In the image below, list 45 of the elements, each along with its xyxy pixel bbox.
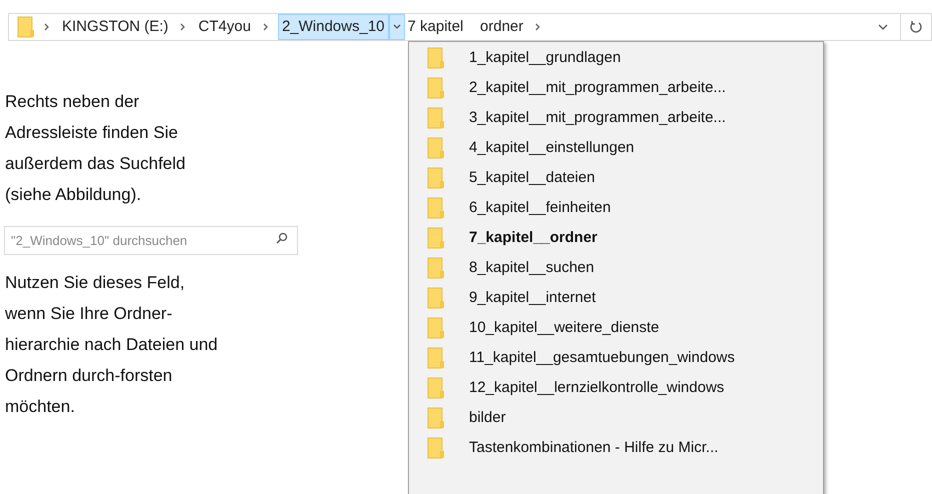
breadcrumb[interactable]: KINGSTON (E:) (59, 14, 172, 40)
menu-item[interactable]: 1_kapitel__grundlagen (409, 43, 823, 73)
menu-item[interactable]: 4_kapitel__einstellungen (409, 133, 823, 163)
folder-icon (427, 47, 445, 69)
chevron-right-icon (262, 23, 270, 31)
folder-icon (427, 437, 445, 459)
menu-item[interactable]: 10_kapitel__weitere_dienste (409, 313, 823, 343)
paragraph: Rechts neben der Adressleiste finden Sie außerdem das Suchfeld (siehe Abbildung). (4, 91, 186, 206)
folder-icon (427, 407, 445, 429)
menu-item[interactable]: 9_kapitel__internet (409, 283, 823, 313)
folder-icon (427, 227, 445, 249)
menu-item[interactable]: Tastenkombinationen - Hilfe zu Micr... (409, 433, 823, 463)
folder-icon (427, 377, 445, 399)
menu-item[interactable]: 3_kapitel__mit_programmen_arbeite... (409, 103, 823, 133)
folder-icon (17, 16, 35, 38)
folder-icon (427, 317, 445, 339)
folder-icon (427, 257, 445, 279)
menu-item[interactable]: 8_kapitel__suchen (409, 253, 823, 283)
folder-icon (427, 167, 445, 189)
chevron-down-icon (392, 24, 400, 30)
refresh-icon[interactable] (909, 20, 923, 34)
menu-item[interactable]: 11_kapitel__gesamtuebungen_windows (409, 343, 823, 373)
search-field[interactable]: "2_Windows_10" durchsuchen (4, 226, 298, 255)
folder-icon (427, 197, 445, 219)
chevron-right-icon (534, 23, 542, 31)
menu-item[interactable]: 12_kapitel__lernzielkontrolle_windows (409, 373, 823, 403)
search-icon (276, 232, 288, 244)
folder-icon (427, 107, 445, 129)
breadcrumb[interactable]: CT4you (195, 14, 254, 40)
folder-icon (427, 347, 445, 369)
dropdown-button[interactable] (388, 14, 404, 40)
folder-icon (427, 137, 445, 159)
menu-item[interactable]: bilder (409, 403, 823, 433)
menu-item[interactable]: 6_kapitel__feinheiten (409, 193, 823, 223)
chevron-down-icon[interactable] (878, 23, 888, 31)
menu-item[interactable]: 7_kapitel__ordner (409, 223, 823, 253)
paragraph: Nutzen Sie dieses Feld, wenn Sie Ihre Ordner-hierarchie nach Dateien und Ordnern durch-forsten möchten. (4, 272, 219, 418)
folder-icon (427, 77, 445, 99)
folder-icon (427, 287, 445, 309)
breadcrumb[interactable]: 7 kapitel ordner (404, 14, 526, 40)
chevron-right-icon (43, 23, 51, 31)
breadcrumb[interactable]: 2_Windows_10 (278, 14, 388, 40)
menu-item[interactable]: 2_kapitel__mit_programmen_arbeite... (409, 73, 823, 103)
chevron-right-icon (179, 23, 188, 31)
menu-item[interactable]: 5_kapitel__dateien (409, 163, 823, 193)
